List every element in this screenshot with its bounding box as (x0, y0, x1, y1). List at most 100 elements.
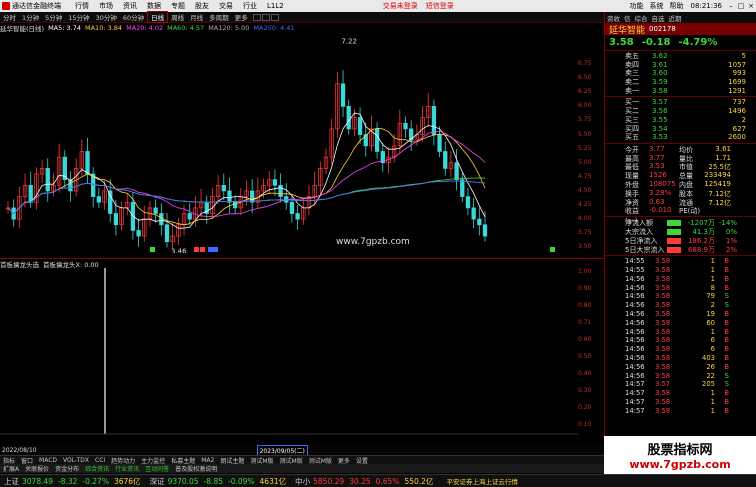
ask-row[interactable]: 卖三 3.60 993 (605, 69, 756, 78)
tab-ext-a[interactable]: 扩展A (0, 464, 22, 473)
tick-row: 14:55 3.58 1 B (605, 266, 756, 275)
tick-time: 14:57 (625, 380, 645, 389)
panel-tab[interactable]: 综合 (633, 13, 650, 23)
panel-tab[interactable]: 资收 (605, 13, 622, 23)
tick-volume: 1 (710, 406, 715, 415)
stat-label: 流通 (679, 198, 693, 207)
ask-row[interactable]: 卖二 3.59 1699 (605, 78, 756, 87)
book-price: 3.54 (652, 124, 668, 133)
menu-item-market[interactable]: 市场 (94, 1, 118, 11)
menu-item-topics[interactable]: 专题 (166, 1, 190, 11)
candle-body (278, 184, 283, 197)
bid-row[interactable]: 买四 3.54 627 (605, 125, 756, 134)
period-tab[interactable]: 30分钟 (93, 12, 120, 22)
book-volume: 627 (732, 124, 746, 133)
candle-body (159, 213, 164, 226)
stat-value: 7.12亿 (708, 189, 731, 198)
bid-row[interactable]: 买一 3.57 737 (605, 98, 756, 107)
panel-tabs: 资收 信 综合 自选 近期 (605, 12, 756, 23)
period-tab[interactable]: 月线 (187, 12, 206, 22)
menu-item-help[interactable]: 帮助 (667, 1, 687, 11)
candle-body (108, 190, 113, 214)
index-sz-label[interactable]: 深证 (150, 476, 165, 487)
tab-equity[interactable]: 普及股权激说明 (172, 464, 220, 473)
tick-row: 14:57 3.58 1 B (605, 407, 756, 416)
tab-ma2[interactable]: MA2 (198, 457, 217, 464)
date-start: 2022/08/10 (2, 446, 37, 454)
menu-item-quotes[interactable]: 行情 (70, 1, 94, 11)
tab-cci[interactable]: CCI (92, 457, 108, 464)
low-label: 3.46 (171, 248, 187, 253)
panel-tab[interactable]: 信 (622, 13, 633, 23)
period-tab[interactable]: 60分钟 (120, 12, 147, 22)
tab-vol[interactable]: VOL-TDX (60, 457, 92, 464)
bid-row[interactable]: 买五 3.53 2600 (605, 133, 756, 142)
ask-row[interactable]: 卖四 3.61 1057 (605, 61, 756, 70)
sub-axis-tick: 0.71 (578, 319, 592, 326)
candlestick-chart[interactable]: 7.22 3.46 (0, 33, 604, 253)
sub-axis-tick: 0.80 (578, 302, 592, 309)
sms-login-alert[interactable]: 短信登录 (422, 1, 458, 11)
period-tab[interactable]: 5分钟 (42, 12, 65, 22)
tick-row: 14:57 3.58 1 B (605, 389, 756, 398)
menu-item-industry[interactable]: 行业 (238, 1, 262, 11)
tool-icon[interactable] (252, 13, 261, 21)
bid-row[interactable]: 买三 3.55 2 (605, 116, 756, 125)
close-icon[interactable]: × (746, 2, 756, 10)
ask-row[interactable]: 卖一 3.58 1291 (605, 87, 756, 96)
event-marker (194, 247, 199, 252)
candle-body (45, 168, 50, 192)
tool-icon[interactable] (270, 13, 279, 21)
period-tab[interactable]: 15分钟 (65, 12, 92, 22)
menu-item-function[interactable]: 功能 (627, 1, 647, 11)
menu-item-news[interactable]: 资讯 (118, 1, 142, 11)
ask-row[interactable]: 卖五 3.62 5 (605, 52, 756, 61)
book-level: 卖三 (625, 69, 639, 78)
tab-macd[interactable]: MACD (36, 457, 60, 464)
price-tick: 5.75 (578, 116, 592, 124)
tab-general-news[interactable]: 综合资讯 (82, 464, 112, 473)
menu-item-l1l2[interactable]: L1L2 (262, 2, 289, 10)
menu-item-trade[interactable]: 交易 (214, 1, 238, 11)
period-tab[interactable]: 周线 (168, 12, 187, 22)
period-tab[interactable]: 多周期 (206, 12, 232, 22)
candle-body (164, 224, 170, 243)
bid-row[interactable]: 买二 3.56 1496 (605, 107, 756, 116)
tick-row: 14:56 3.58 26 B (605, 363, 756, 372)
index-zx-label[interactable]: 中小 (295, 476, 310, 487)
tick-price: 3.58 (655, 336, 671, 345)
price-tick: 4.00 (578, 215, 592, 223)
panel-tab[interactable]: 近期 (667, 13, 684, 23)
book-level: 买五 (625, 133, 639, 142)
period-tab-active[interactable]: 日线 (147, 11, 169, 23)
tab-fund-dist[interactable]: 资金分布 (52, 464, 82, 473)
minimize-icon[interactable]: – (726, 2, 736, 10)
period-tab[interactable]: 1分钟 (19, 12, 42, 22)
book-price: 3.58 (652, 86, 668, 95)
ma10-label: MA10: 3.84 (85, 24, 123, 32)
app-title: 通达信金融终端 (12, 2, 61, 10)
menu-item-system[interactable]: 系统 (647, 1, 667, 11)
maximize-icon[interactable]: □ (736, 2, 746, 10)
period-more[interactable]: 更多 (232, 12, 251, 22)
price-tick: 5.25 (578, 144, 592, 152)
tool-icon[interactable] (261, 13, 270, 21)
index-sz-chg: -8.85 (203, 476, 223, 486)
candle-body (295, 213, 300, 220)
logo-icon (2, 2, 10, 10)
menu-item-data[interactable]: 数据 (142, 1, 166, 11)
tick-price: 3.58 (655, 406, 671, 415)
book-price: 3.56 (652, 107, 668, 116)
tab-qa[interactable]: 互动问答 (142, 464, 172, 473)
index-sh-label[interactable]: 上证 (4, 476, 19, 487)
menu-item-friends[interactable]: 股友 (190, 1, 214, 11)
flow-pct: 0% (725, 227, 737, 236)
tab-industry-news[interactable]: 行业资讯 (112, 464, 142, 473)
sub-indicator-chart[interactable] (0, 258, 604, 444)
price-tick: 4.25 (578, 201, 592, 209)
high-label: 7.22 (341, 38, 357, 46)
panel-tab[interactable]: 自选 (650, 13, 667, 23)
trade-login-alert[interactable]: 交易未登录 (379, 1, 422, 11)
tab-related-quote[interactable]: 关联报价 (22, 464, 52, 473)
period-tab[interactable]: 分时 (0, 12, 19, 22)
